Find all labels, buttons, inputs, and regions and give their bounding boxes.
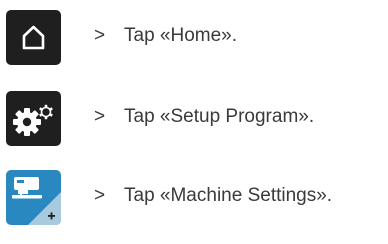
small-gear-icon — [39, 104, 53, 120]
step-instruction: Tap «Machine Settings». — [124, 185, 333, 206]
home-icon — [22, 25, 45, 50]
step-instruction: Tap «Home». — [124, 25, 238, 46]
step-marker: > — [94, 106, 106, 127]
step-setup-program: > Tap «Setup Program». — [0, 91, 388, 151]
step-machine-settings: > Tap «Machine Settings». — [0, 170, 388, 230]
home-button[interactable] — [6, 10, 61, 65]
machine-settings-button[interactable] — [6, 170, 61, 225]
gears-icon — [13, 104, 53, 136]
step-marker: > — [94, 185, 106, 206]
step-instruction: Tap «Setup Program». — [124, 106, 315, 127]
setup-program-button[interactable] — [6, 91, 61, 146]
step-marker: > — [94, 25, 106, 46]
large-gear-icon — [13, 108, 41, 136]
sewing-machine-icon — [12, 177, 61, 225]
step-home: > Tap «Home». — [0, 10, 388, 70]
